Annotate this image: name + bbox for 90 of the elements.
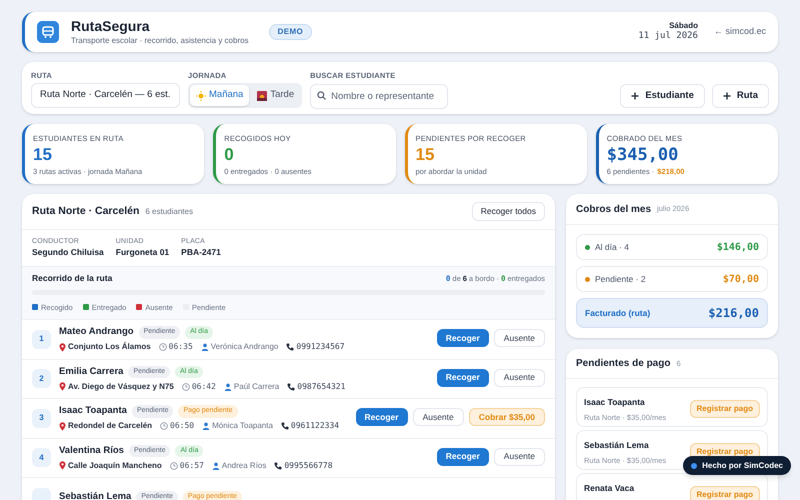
guardian-name: Verónica Andrango [210, 341, 278, 354]
stat-value: 15 [33, 144, 53, 166]
student-name: Mateo Andrango [59, 325, 134, 340]
sunset-icon [257, 90, 268, 100]
info-value: Furgoneta 01 [116, 247, 170, 258]
absent-button[interactable]: Ausente [412, 408, 464, 426]
pickup-time: 06:50 [170, 420, 194, 432]
progress-title: Recorrido de la ruta [32, 272, 112, 285]
phone-number: 0991234567 [296, 341, 345, 354]
stat-value: $345,00 [606, 144, 680, 166]
address-text: Calle Joaquín Mancheno [68, 460, 162, 472]
pick-up-all-button[interactable]: Recoger todos [472, 202, 545, 221]
person-icon [200, 343, 209, 352]
pick-up-button[interactable]: Recoger [436, 448, 489, 466]
absent-button[interactable]: Ausente [494, 368, 545, 386]
student-name: Isaac Toapanta [584, 396, 646, 409]
absent-button[interactable]: Ausente [494, 329, 545, 347]
shift-tab[interactable]: Tarde [251, 85, 300, 106]
pick-up-button[interactable]: Recoger [356, 408, 408, 426]
phone-number: 0961122334 [290, 420, 340, 432]
date-label: 11 jul 2026 [638, 31, 698, 43]
route-title: Ruta Norte · Carcelén [32, 204, 140, 219]
student-name: Sebastián Lema [59, 490, 132, 500]
shift-tab[interactable]: Mañana [190, 85, 250, 106]
person-icon [224, 382, 232, 391]
pin-icon [59, 422, 66, 431]
pin-icon [59, 342, 66, 352]
student-name: Valentina Ríos [59, 444, 124, 458]
student-name: Sebastián Lema [584, 439, 650, 452]
address-text: Av. Diego de Vásquez y N75 [68, 380, 174, 393]
weekday-label: Sábado [669, 21, 698, 31]
clock-icon [182, 382, 190, 391]
sun-icon [196, 90, 206, 100]
total-label: Facturado (ruta) [585, 306, 650, 320]
app-title: RutaSegura [71, 18, 151, 36]
pick-up-button[interactable]: Recoger [436, 329, 489, 347]
guardian-name: Paúl Carrera [234, 380, 280, 393]
plus-icon [722, 92, 731, 100]
stat-value: 0 [224, 144, 235, 166]
absent-button[interactable]: Ausente [494, 448, 545, 466]
made-by-toast: Hecho por SimCodec [683, 456, 791, 475]
person-icon [212, 462, 220, 470]
row-number: 2 [32, 369, 51, 388]
app-subtitle: Transporte escolar · recorrido, asistencia y cobros [71, 36, 249, 46]
row-number: 3 [32, 408, 51, 428]
student-count: 6 estudiantes [145, 206, 193, 218]
address-text: Redondel de Carcelén [68, 420, 152, 432]
bus-logo-icon [37, 21, 59, 43]
demo-badge: DEMO [268, 24, 312, 40]
pick-up-button[interactable]: Recoger [436, 368, 489, 386]
row-number: 4 [32, 448, 51, 468]
billing-label: Al día · 4 [595, 240, 630, 254]
clock-icon [160, 422, 168, 430]
pickup-time: 06:57 [180, 460, 204, 472]
address-text: Conjunto Los Álamos [68, 341, 151, 354]
info-value: PBA-2471 [181, 247, 221, 258]
phone-number: 0987654321 [297, 380, 346, 393]
back-link[interactable]: ← simcod.ec [714, 25, 766, 39]
route-select[interactable]: Ruta Norte · Carcelén — 6 est. [31, 83, 180, 108]
student-name: Isaac Toapanta [59, 404, 127, 418]
pin-icon [59, 461, 66, 470]
info-value: Segundo Chiluisa [32, 247, 104, 258]
billing-title: Cobros del mes [576, 202, 652, 216]
phone-icon [274, 462, 282, 470]
pickup-time: 06:35 [168, 341, 193, 354]
pending-title: Pendientes de pago [576, 357, 670, 371]
phone-icon [287, 382, 296, 391]
phone-number: 0995566778 [284, 460, 333, 472]
add-button[interactable]: Estudiante [620, 84, 705, 108]
student-name: Emilia Carrera [59, 364, 124, 379]
guardian-name: Andrea Ríos [222, 460, 266, 472]
add-button[interactable]: Ruta [712, 84, 769, 108]
billing-amount: $146,00 [716, 240, 759, 254]
pickup-time: 06:42 [192, 380, 216, 393]
billing-label: Pendiente · 2 [595, 272, 646, 286]
billing-amount: $70,00 [722, 272, 759, 286]
clock-icon [170, 462, 178, 470]
search-icon [317, 91, 326, 100]
stat-value: 15 [416, 144, 436, 166]
row-number: 1 [32, 330, 51, 349]
total-amount: $216,00 [708, 305, 759, 322]
clock-icon [158, 343, 167, 352]
plus-icon [631, 92, 640, 100]
phone-icon [280, 422, 289, 430]
search-field[interactable]: Nombre o representante [310, 84, 448, 109]
student-name: Renata Vaca [584, 482, 634, 495]
guardian-name: Mónica Toapanta [212, 420, 273, 432]
pin-icon [59, 382, 66, 392]
phone-icon [286, 343, 294, 352]
person-icon [202, 422, 210, 430]
